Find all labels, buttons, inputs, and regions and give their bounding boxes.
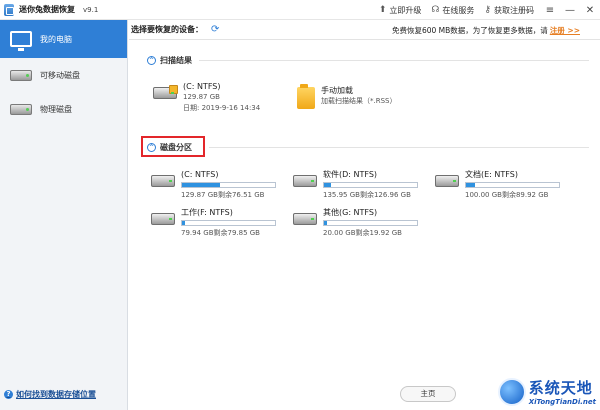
promo-message: 免费恢复600 MB数据，为了恢复更多数据，请 [391,25,548,35]
app-title: 迷你兔数据恢复 [19,5,75,14]
sidebar-item-label: 我的电脑 [40,34,72,44]
hard-disk-icon [435,175,459,187]
partition-name: 工作(F: NTFS) [181,208,233,217]
hard-disk-icon [151,213,175,225]
partition-name: 文档(E: NTFS) [465,170,518,179]
watermark-text: 系统天地 XiTongTianDi.net [529,377,596,406]
globe-icon [497,377,526,406]
partition-name: (C: NTFS) [181,170,219,179]
partition-e[interactable]: 文档(E: NTFS) 100.00 GB剩余89.92 GB [435,169,560,201]
partition-name: 其他(G: NTFS) [323,208,378,217]
collapse-icon: ^ [147,56,156,65]
home-button[interactable]: 主页 [400,386,456,402]
sidebar-item-my-computer[interactable]: 我的电脑 [0,20,127,58]
usage-bar-fill [466,183,476,187]
usage-bar-fill [324,183,331,187]
title-links: ⬆ 立即升级 ☊ 在线服务 ⚷ 获取注册码 [379,0,534,20]
online-service-link[interactable]: ☊ 在线服务 [431,5,474,16]
sidebar-item-label: 可移动磁盘 [40,70,80,80]
online-service-label: 在线服务 [442,5,475,15]
app-logo-icon [4,3,14,16]
sidebar-item-label: 物理磁盘 [40,104,72,114]
collapse-icon: ^ [147,143,156,152]
partition-c[interactable]: (C: NTFS) 129.87 GB剩余76.51 GB [151,169,276,201]
promo-text: 免费恢复600 MB数据，为了恢复更多数据，请 注册 >> [392,20,580,40]
hard-disk-icon [151,175,175,187]
monitor-icon [10,31,32,51]
usage-bar [323,182,418,188]
register-link[interactable]: 注册 >> [550,25,580,36]
partition-name: 软件(D: NTFS) [323,170,378,179]
refresh-icon[interactable]: ⟳ [211,24,219,35]
usage-bar [181,220,276,226]
device-bar: 选择要恢复的设备： ⟳ 免费恢复600 MB数据，为了恢复更多数据，请 注册 >… [129,20,600,40]
scan-results-header[interactable]: ^ 扫描结果 [147,55,192,66]
partition-d[interactable]: 软件(D: NTFS) 135.95 GB剩余126.96 GB [293,169,418,201]
usage-bar [181,182,276,188]
headset-icon: ☊ [431,5,440,15]
manual-load-sub: 加载扫描结果（*.RSS） [321,97,397,105]
scan-result-date: 日期: 2019-9-16 14:34 [183,104,261,112]
help-icon: ? [4,390,13,399]
app-version: v9.1 [83,5,99,14]
upgrade-icon: ⬆ [378,5,387,15]
section-divider [199,60,589,61]
watermark-cn: 系统天地 [528,379,593,397]
partition-g[interactable]: 其他(G: NTFS) 20.00 GB剩余19.92 GB [293,207,418,239]
sidebar-item-removable-disk[interactable]: 可移动磁盘 [0,58,127,92]
usage-bar [323,220,418,226]
partition-detail: 135.95 GB剩余126.96 GB [323,191,411,199]
help-label: 如何找到数据存储位置 [16,390,96,399]
partition-detail: 129.87 GB剩余76.51 GB [181,191,265,199]
partitions-title: 磁盘分区 [160,143,192,152]
usage-bar-fill [324,221,327,225]
key-icon: ⚷ [484,5,491,15]
upgrade-label: 立即升级 [389,5,422,15]
watermark-en: XiTongTianDi.net [528,398,596,406]
title-bar: 迷你兔数据恢复 v9.1 ⬆ 立即升级 ☊ 在线服务 ⚷ 获取注册码 ≡ — ✕ [0,0,600,20]
scan-result-size: 129.87 GB [183,93,220,101]
get-regcode-label: 获取注册码 [494,5,534,15]
disk-icon [10,103,32,115]
scan-results-title: 扫描结果 [160,56,192,65]
scan-result-name: (C: NTFS) [183,82,221,91]
scan-result-c[interactable]: (C: NTFS) 129.87 GB 日期: 2019-9-16 14:34 [153,81,260,114]
folder-icon [297,84,315,109]
usage-bar-fill [182,221,185,225]
help-link[interactable]: ? 如何找到数据存储位置 [4,389,96,400]
upgrade-link[interactable]: ⬆ 立即升级 [379,5,422,16]
window-controls: ≡ — ✕ [544,0,596,20]
partition-detail: 100.00 GB剩余89.92 GB [465,191,549,199]
main-panel: ^ 扫描结果 (C: NTFS) 129.87 GB 日期: 2019-9-16… [129,41,600,410]
sidebar: 我的电脑 可移动磁盘 物理磁盘 ? 如何找到数据存储位置 [0,20,128,410]
sidebar-item-physical-disk[interactable]: 物理磁盘 [0,92,127,126]
watermark-logo: 系统天地 XiTongTianDi.net [497,377,596,406]
section-divider [209,147,589,148]
partitions-header[interactable]: ^ 磁盘分区 [147,142,192,153]
menu-icon[interactable]: ≡ [544,5,556,16]
get-regcode-link[interactable]: ⚷ 获取注册码 [484,5,534,16]
disk-icon [10,69,32,81]
close-icon[interactable]: ✕ [584,5,596,16]
hard-disk-icon [153,85,178,99]
usage-bar [465,182,560,188]
partition-f[interactable]: 工作(F: NTFS) 79.94 GB剩余79.85 GB [151,207,276,239]
partition-detail: 20.00 GB剩余19.92 GB [323,229,402,237]
manual-load-item[interactable]: 手动加载 加载扫描结果（*.RSS） [297,84,397,109]
partition-detail: 79.94 GB剩余79.85 GB [181,229,260,237]
hard-disk-icon [293,175,317,187]
manual-load-name: 手动加载 [321,86,353,95]
badge-icon [169,85,178,94]
hard-disk-icon [293,213,317,225]
device-select-label: 选择要恢复的设备： [131,25,203,34]
minimize-icon[interactable]: — [564,5,576,16]
usage-bar-fill [182,183,221,187]
